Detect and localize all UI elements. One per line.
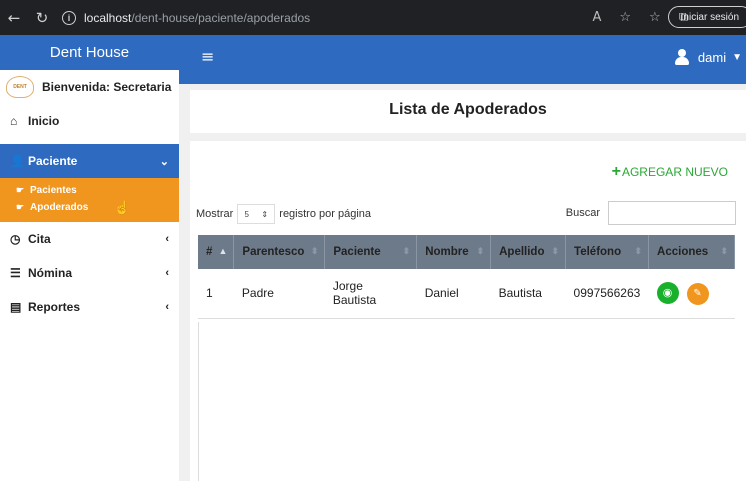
sidebar-item-label: Inicio xyxy=(28,114,60,128)
cell-acciones: ◉ ✎ xyxy=(648,269,735,319)
add-new-button[interactable]: + AGREGAR NUEVO xyxy=(612,163,728,181)
title-card: Lista de Apoderados xyxy=(190,90,746,133)
sort-asc-icon: ▲ xyxy=(218,246,228,256)
clock-icon: ◷ xyxy=(10,232,21,246)
chevron-down-icon: ⌄ xyxy=(159,155,169,168)
column-header-telefono[interactable]: Teléfono ⬍ xyxy=(565,235,650,269)
sort-icon: ⬍ xyxy=(476,246,485,256)
info-icon[interactable]: i xyxy=(62,10,76,25)
sort-icon: ⬍ xyxy=(402,246,411,256)
cell-id: 1 xyxy=(198,269,234,319)
reload-icon[interactable]: ↻ xyxy=(28,9,56,27)
mouse-cursor-icon: ☝ xyxy=(114,199,131,215)
sidebar-item-reportes[interactable]: ▤ Reportes ‹ xyxy=(0,290,179,324)
cell-paciente: Jorge Bautista xyxy=(324,269,417,319)
back-arrow-icon[interactable]: ← xyxy=(0,9,28,27)
chevron-left-icon: ‹ xyxy=(165,301,169,313)
cell-parentesco: Padre xyxy=(233,269,325,319)
sidebar-item-label: Reportes xyxy=(28,300,81,314)
sort-icon: ⬍ xyxy=(634,246,643,256)
cell-nombre: Daniel xyxy=(416,269,491,319)
cell-telefono: 0997566263 xyxy=(565,269,649,319)
sidebar-item-cita[interactable]: ◷ Cita ‹ xyxy=(0,222,179,256)
sidebar-item-paciente[interactable]: 👤 Paciente ⌄ xyxy=(0,144,179,178)
edit-icon[interactable]: ✎ xyxy=(686,282,709,305)
page-title: Lista de Apoderados xyxy=(389,101,547,118)
hand-pointer-icon: ☛ xyxy=(16,202,25,212)
apoderados-table: # ▲ Parentesco ⬍ Paciente ⬍ Nombre ⬍ Apellid… xyxy=(198,235,735,319)
sort-icon: ⬍ xyxy=(551,246,560,256)
sidebar-item-nomina[interactable]: ☰ Nómina ‹ xyxy=(0,256,179,290)
page-length-control: Mostrar 5 ⇕ registro por página xyxy=(196,204,371,224)
show-prefix: Mostrar xyxy=(196,208,234,220)
logo-icon: DENT xyxy=(6,76,34,98)
cell-apellido: Bautista xyxy=(490,269,566,319)
hand-pointer-icon: ☛ xyxy=(16,185,25,195)
user-icon: 👤 xyxy=(10,154,25,168)
sidebar-item-label: Paciente xyxy=(28,154,78,168)
column-header-apellido[interactable]: Apellido ⬍ xyxy=(490,235,567,269)
submenu-item-apoderados[interactable]: ☛ Apoderados ☝ xyxy=(16,199,179,216)
column-header-paciente[interactable]: Paciente ⬍ xyxy=(324,235,418,269)
browser-toolbar: ← ↻ i localhost /dent-house/paciente/apo… xyxy=(0,0,746,35)
plus-icon: + xyxy=(611,163,621,180)
home-icon: ⌂ xyxy=(10,114,18,128)
user-menu[interactable]: dami ▼ xyxy=(674,49,742,65)
paciente-submenu: ☛ Pacientes ☛ Apoderados ☝ xyxy=(0,178,179,222)
welcome-banner: DENT Bienvenida: Secretaria xyxy=(0,70,179,104)
chevron-left-icon: ‹ xyxy=(165,233,169,245)
add-new-label: AGREGAR NUEVO xyxy=(621,165,728,179)
read-aloud-icon[interactable]: A xyxy=(592,10,601,25)
sidebar-item-label: Cita xyxy=(28,232,51,246)
chevron-left-icon: ‹ xyxy=(165,267,169,279)
column-header-parentesco[interactable]: Parentesco ⬍ xyxy=(233,235,326,269)
page-length-value: 5 xyxy=(244,209,249,219)
search-control: Buscar xyxy=(566,201,736,225)
caret-down-icon: ▼ xyxy=(732,51,742,63)
submenu-item-label: Apoderados xyxy=(30,202,89,213)
sort-icon: ⬍ xyxy=(720,246,728,256)
address-bar[interactable]: i localhost /dent-house/paciente/apodera… xyxy=(62,6,310,30)
column-header-nombre[interactable]: Nombre ⬍ xyxy=(416,235,492,269)
url-path: /dent-house/paciente/apoderados xyxy=(131,10,311,25)
top-navbar: ≡ dami ▼ xyxy=(179,35,746,84)
submenu-item-pacientes[interactable]: ☛ Pacientes xyxy=(16,182,179,199)
search-input[interactable] xyxy=(608,201,736,225)
select-arrows-icon: ⇕ xyxy=(261,209,269,219)
favorite-add-icon[interactable]: ☆ xyxy=(619,10,631,25)
hamburger-menu-icon[interactable]: ≡ xyxy=(201,47,214,66)
url-host: localhost xyxy=(84,10,132,25)
brand-title[interactable]: Dent House xyxy=(0,35,179,70)
table-header-row: # ▲ Parentesco ⬍ Paciente ⬍ Nombre ⬍ Apellid… xyxy=(198,235,735,269)
page-length-select[interactable]: 5 ⇕ xyxy=(237,204,276,224)
favorites-icon[interactable]: ☆ xyxy=(649,10,661,25)
view-eye-icon[interactable]: ◉ xyxy=(656,281,679,304)
divider xyxy=(198,322,199,481)
sort-icon: ⬍ xyxy=(310,246,319,256)
signin-button[interactable]: Iniciar sesión xyxy=(667,6,746,28)
search-label: Buscar xyxy=(565,207,600,219)
sidebar-item-label: Nómina xyxy=(28,266,73,280)
list-icon: ☰ xyxy=(10,266,21,280)
user-avatar-icon xyxy=(674,49,690,65)
column-header-id[interactable]: # ▲ xyxy=(198,235,235,269)
table-row: 1 Padre Jorge Bautista Daniel Bautista 0… xyxy=(198,269,735,319)
column-header-acciones[interactable]: Acciones ⬍ xyxy=(648,235,735,269)
content-card: + AGREGAR NUEVO Mostrar 5 ⇕ registro por… xyxy=(190,141,746,481)
sidebar: Dent House DENT Bienvenida: Secretaria ⌂… xyxy=(0,35,179,481)
sidebar-item-inicio[interactable]: ⌂ Inicio xyxy=(0,104,179,138)
welcome-text: Bienvenida: Secretaria xyxy=(42,80,172,94)
show-suffix: registro por página xyxy=(279,208,372,220)
submenu-item-label: Pacientes xyxy=(30,185,77,196)
report-icon: ▤ xyxy=(10,300,22,314)
user-name: dami xyxy=(697,49,727,65)
